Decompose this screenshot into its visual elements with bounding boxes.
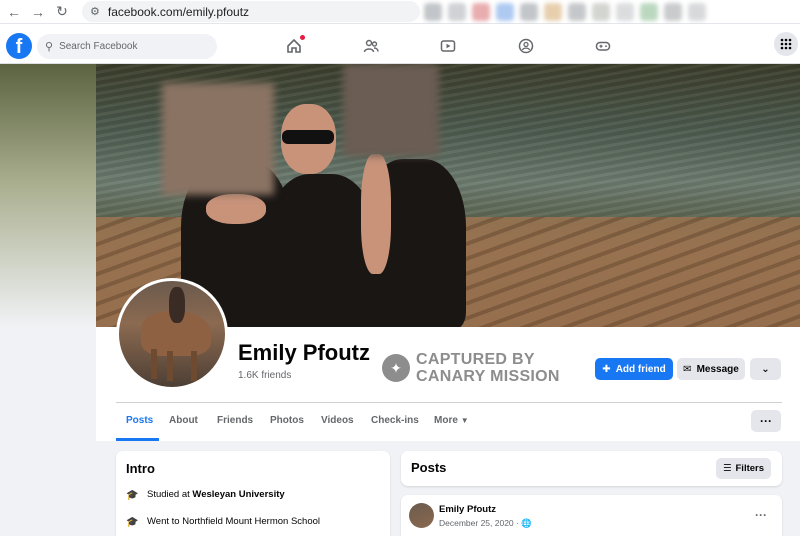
extension-icon[interactable] bbox=[616, 3, 634, 21]
graduation-cap-icon: 🎓 bbox=[126, 489, 139, 501]
intro-title: Intro bbox=[126, 461, 155, 476]
tab-videos[interactable]: Videos bbox=[321, 415, 354, 426]
ellipsis-icon: ··· bbox=[760, 414, 772, 428]
cover-person bbox=[266, 174, 376, 327]
reload-icon[interactable]: ↻ bbox=[52, 2, 72, 22]
profile-avatar[interactable] bbox=[116, 278, 228, 390]
intro-education-text: Studied at Wesleyan University bbox=[147, 489, 285, 500]
post-author-avatar[interactable] bbox=[409, 503, 434, 528]
avatar-horse-leg bbox=[191, 351, 197, 381]
intro-education-prefix: Studied at bbox=[147, 489, 193, 500]
header-divider bbox=[116, 402, 782, 403]
tab-more-label: More bbox=[434, 415, 458, 426]
tab-photos[interactable]: Photos bbox=[270, 415, 304, 426]
browser-toolbar: ← → ↻ ⚙ facebook.com/emily.pfoutz bbox=[0, 0, 800, 24]
watermark-line-2: CANARY MISSION bbox=[416, 368, 560, 385]
forward-icon[interactable]: → bbox=[28, 2, 48, 22]
cover-blurred-face bbox=[343, 64, 439, 156]
extension-icon[interactable] bbox=[640, 3, 658, 21]
home-icon[interactable] bbox=[285, 35, 305, 55]
search-placeholder: Search Facebook bbox=[59, 41, 138, 52]
filters-label: Filters bbox=[735, 463, 765, 474]
extension-icon[interactable] bbox=[448, 3, 466, 21]
more-options-button[interactable]: ⌄ bbox=[750, 358, 781, 380]
watermark-text: CAPTURED BY CANARY MISSION bbox=[416, 351, 560, 385]
canary-logo-icon: ✦ bbox=[382, 354, 410, 382]
cover-backdrop bbox=[0, 64, 96, 327]
caret-down-icon: ▼ bbox=[460, 416, 469, 425]
extension-icon[interactable] bbox=[544, 3, 562, 21]
extension-strip bbox=[424, 3, 706, 21]
avatar-horse-leg bbox=[167, 351, 173, 381]
menu-grid-icon[interactable] bbox=[774, 32, 798, 56]
cover-arm bbox=[361, 154, 391, 274]
message-label: Message bbox=[696, 363, 739, 375]
globe-icon: 🌐 bbox=[521, 518, 532, 528]
message-button[interactable]: ✉ Message bbox=[677, 358, 745, 380]
cover-blurred-face bbox=[162, 83, 274, 195]
intro-education-row: 🎓 Studied at Wesleyan University bbox=[126, 489, 285, 501]
add-friend-label: Add friend bbox=[615, 363, 666, 375]
groups-icon[interactable] bbox=[517, 37, 535, 55]
address-bar[interactable]: ⚙ facebook.com/emily.pfoutz bbox=[82, 1, 420, 22]
extension-icon[interactable] bbox=[688, 3, 706, 21]
avatar-horse-leg bbox=[151, 349, 157, 379]
watermark: ✦ CAPTURED BY CANARY MISSION bbox=[382, 351, 560, 385]
site-info-icon[interactable]: ⚙ bbox=[90, 5, 100, 18]
friend-count[interactable]: 1.6K friends bbox=[238, 370, 291, 381]
post-options-icon[interactable]: ··· bbox=[755, 508, 767, 522]
search-icon: ⚲ bbox=[45, 41, 54, 53]
posts-title: Posts bbox=[411, 460, 447, 475]
tab-friends[interactable]: Friends bbox=[217, 415, 253, 426]
extension-icon[interactable] bbox=[568, 3, 586, 21]
avatar-rider bbox=[169, 287, 185, 323]
add-friend-button[interactable]: ✚ Add friend bbox=[595, 358, 673, 380]
extension-icon[interactable] bbox=[496, 3, 514, 21]
extension-icon[interactable] bbox=[472, 3, 490, 21]
graduation-cap-icon: 🎓 bbox=[126, 516, 139, 528]
profile-more-button[interactable]: ··· bbox=[751, 410, 781, 432]
extension-icon[interactable] bbox=[592, 3, 610, 21]
extension-icon[interactable] bbox=[520, 3, 538, 21]
filters-button[interactable]: ☰ Filters bbox=[716, 458, 771, 479]
url-text: facebook.com/emily.pfoutz bbox=[107, 4, 250, 19]
intro-school-row: 🎓 Went to Northfield Mount Hermon School bbox=[126, 516, 321, 528]
facebook-top-nav: f ⚲ Search Facebook bbox=[0, 24, 800, 64]
tab-check-ins[interactable]: Check-ins bbox=[371, 415, 419, 426]
tab-more[interactable]: More ▼ bbox=[434, 415, 469, 426]
chevron-down-icon: ⌄ bbox=[761, 363, 770, 375]
intro-school-text: Went to Northfield Mount Hermon School bbox=[147, 516, 321, 527]
messenger-icon: ✉ bbox=[683, 363, 692, 375]
facebook-logo-icon[interactable]: f bbox=[6, 33, 32, 59]
extension-icon[interactable] bbox=[664, 3, 682, 21]
post-timestamp[interactable]: December 25, 2020 · 🌐 bbox=[439, 518, 532, 529]
university-link[interactable]: Wesleyan University bbox=[192, 489, 284, 500]
gaming-icon[interactable] bbox=[594, 37, 612, 55]
active-tab-indicator bbox=[116, 438, 159, 441]
add-friend-icon: ✚ bbox=[602, 363, 611, 375]
friends-icon[interactable] bbox=[362, 37, 380, 55]
post-card bbox=[401, 495, 782, 536]
video-icon[interactable] bbox=[439, 37, 457, 55]
tab-posts[interactable]: Posts bbox=[126, 415, 153, 426]
back-icon[interactable]: ← bbox=[4, 2, 24, 22]
watermark-line-1: CAPTURED BY bbox=[416, 351, 535, 368]
profile-name: Emily Pfoutz bbox=[238, 340, 371, 365]
cover-sunglasses bbox=[282, 130, 334, 144]
tab-about[interactable]: About bbox=[169, 415, 198, 426]
extension-icon[interactable] bbox=[424, 3, 442, 21]
filters-icon: ☰ bbox=[722, 463, 732, 474]
search-input[interactable]: ⚲ Search Facebook bbox=[37, 34, 217, 59]
post-author[interactable]: Emily Pfoutz bbox=[439, 504, 496, 515]
cover-arm bbox=[206, 194, 266, 224]
notification-dot bbox=[300, 35, 305, 40]
post-date-text: December 25, 2020 · bbox=[439, 518, 522, 528]
